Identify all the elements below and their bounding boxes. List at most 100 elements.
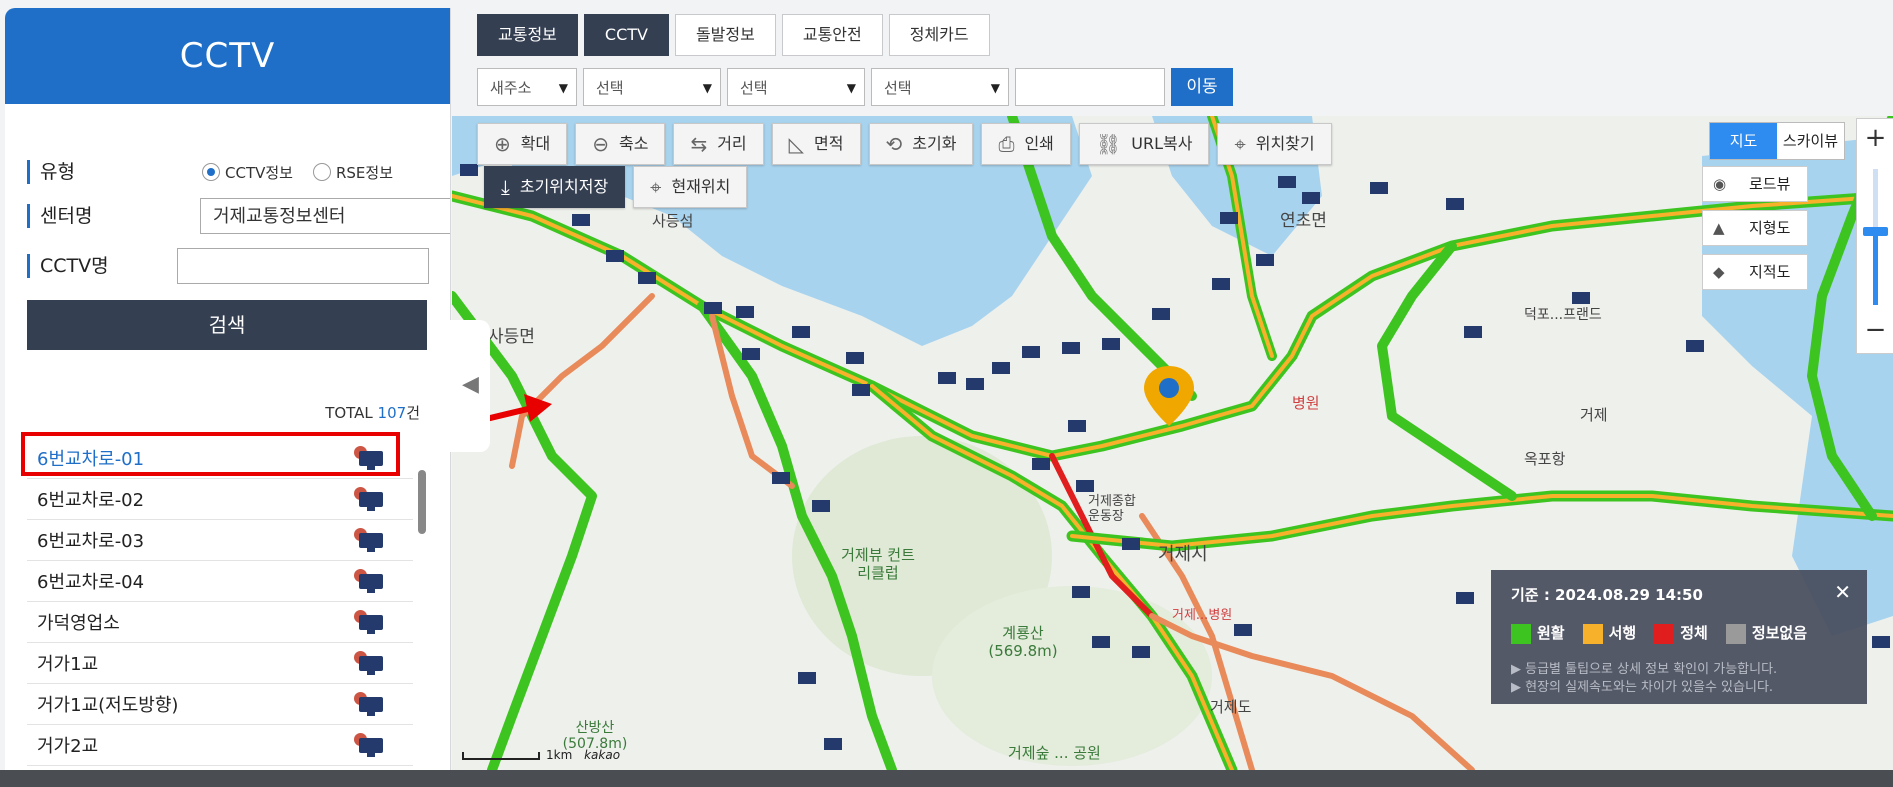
print-label: 인쇄 xyxy=(1024,134,1054,153)
cctv-name-input[interactable] xyxy=(177,248,429,284)
distance-button[interactable]: ⇆ 거리 xyxy=(673,123,764,165)
cctv-camera-icon[interactable] xyxy=(353,732,383,758)
search-button[interactable]: 검색 xyxy=(27,300,427,350)
cctv-camera-icon[interactable] xyxy=(353,609,383,635)
legend-label: 정체 xyxy=(1680,624,1708,642)
list-item-label: 가덕영업소 xyxy=(37,613,120,634)
address-input[interactable] xyxy=(1015,68,1165,106)
url-copy-button[interactable]: ⛓ URL복사 xyxy=(1078,123,1210,165)
list-item[interactable]: 거가2교 xyxy=(27,725,413,766)
panel-collapse-button[interactable]: ◀ xyxy=(450,320,490,452)
cctv-camera-icon[interactable] xyxy=(353,527,383,553)
list-item[interactable]: 거가1교(저도방향) xyxy=(27,684,413,725)
map-toolbar: ⊕ 확대 ⊖ 축소 ⇆ 거리 ◺ 면적 ⟲ 초기화 ⎙ 인쇄 ⛓ URL복사 ⌖ 위치찾기 xyxy=(477,123,1332,165)
map-label-hospital: 병원 xyxy=(1292,394,1320,412)
roadview-label: 로드뷰 xyxy=(1749,175,1791,193)
map-label-okpo: 옥포항 xyxy=(1524,450,1566,468)
center-select[interactable]: 거제교통정보센터 ▼ xyxy=(200,198,450,234)
map-type-map[interactable]: 지도 xyxy=(1710,123,1777,159)
list-item[interactable]: 거가1교 xyxy=(27,643,413,684)
map-label-geoje-right: 거제 xyxy=(1580,406,1608,424)
terrain-button[interactable]: ▲ 지형도 xyxy=(1702,210,1808,246)
selection-highlight xyxy=(21,432,400,476)
zoom-plus-button[interactable]: + xyxy=(1857,123,1893,153)
reset-icon: ⟲ xyxy=(885,132,903,156)
tab-congestion-card[interactable]: 정체카드 xyxy=(888,14,990,56)
find-location-button[interactable]: ⌖ 위치찾기 xyxy=(1217,123,1332,165)
kakao-logo: kakao xyxy=(584,748,621,762)
center-label: 센터명 xyxy=(27,204,200,228)
crosshair-icon: ⌖ xyxy=(1234,132,1246,156)
terrain-label: 지형도 xyxy=(1749,219,1791,237)
tab-traffic-info[interactable]: 교통정보 xyxy=(477,14,578,56)
legend-swatch xyxy=(1582,623,1603,644)
radio-cctv-label: CCTV정보 xyxy=(225,163,293,182)
cctv-camera-icon[interactable] xyxy=(353,486,383,512)
map-type-skyview[interactable]: 스카이뷰 xyxy=(1777,123,1844,159)
address-type-select[interactable]: 새주소 ▼ xyxy=(477,68,577,106)
roadview-button[interactable]: ◉ 로드뷰 xyxy=(1702,166,1808,202)
url-copy-label: URL복사 xyxy=(1131,134,1193,153)
address-filters: 새주소 ▼ 선택 ▼ 선택 ▼ 선택 ▼ 이동 xyxy=(477,68,1233,106)
panel-title: CCTV xyxy=(5,8,450,104)
list-item-label: 6번교차로-03 xyxy=(37,531,145,552)
map-scale: 1km kakao xyxy=(462,748,620,762)
tab-cctv[interactable]: CCTV xyxy=(583,14,669,56)
cctv-camera-icon[interactable] xyxy=(353,650,383,676)
link-icon: ⛓ xyxy=(1095,132,1122,156)
area-label: 면적 xyxy=(814,134,844,153)
list-item[interactable]: 6번교차로-04 xyxy=(27,561,413,602)
region-select-3[interactable]: 선택 ▼ xyxy=(871,68,1009,106)
list-item-label: 거가2교 xyxy=(37,736,99,757)
radio-dot-selected[interactable] xyxy=(202,163,220,181)
left-panel: CCTV 유형 CCTV정보 RSE정보 센터명 거제교통정보센터 ▼ CCTV… xyxy=(5,8,451,770)
list-item[interactable]: 6번교차로-03 xyxy=(27,520,413,561)
region-select-1-value: 선택 xyxy=(596,79,624,97)
save-initial-label: 초기위치저장 xyxy=(519,177,609,196)
list-item[interactable]: 가덕영업소 xyxy=(27,602,413,643)
cadastral-button[interactable]: ◆ 지적도 xyxy=(1702,254,1808,290)
list-item-label: 거가1교 xyxy=(37,654,99,675)
print-button[interactable]: ⎙ 인쇄 xyxy=(981,123,1071,165)
map-label-gyeryongsan: 계룡산 (569.8m) xyxy=(988,624,1058,660)
reset-button[interactable]: ⟲ 초기화 xyxy=(868,123,974,165)
grid-icon: ◆ xyxy=(1713,263,1725,281)
area-button[interactable]: ◺ 면적 xyxy=(771,123,861,165)
radio-cctv[interactable]: CCTV정보 xyxy=(202,162,293,183)
map-label-deokpo: 덕포...프랜드 xyxy=(1524,307,1602,323)
region-select-2[interactable]: 선택 ▼ xyxy=(727,68,865,106)
chevron-down-icon: ▼ xyxy=(702,81,712,95)
chevron-down-icon: ▼ xyxy=(846,81,856,95)
current-location-label: 현재위치 xyxy=(671,177,731,196)
legend-title: 기준 : 2024.08.29 14:50 xyxy=(1511,586,1703,604)
minus-circle-icon: ⊖ xyxy=(592,132,609,156)
cctv-list: 6번교차로-01 6번교차로-02 6번교차로-03 6번교차로-04 가덕영업… xyxy=(27,438,413,766)
zoom-thumb[interactable] xyxy=(1863,227,1888,236)
print-icon: ⎙ xyxy=(998,132,1015,156)
save-initial-button[interactable]: ⤓ 초기위치저장 xyxy=(484,166,626,208)
tab-incident[interactable]: 돌발정보 xyxy=(674,14,776,56)
distance-label: 거리 xyxy=(717,134,747,153)
list-scrollbar[interactable] xyxy=(418,470,426,534)
zoom-out-button[interactable]: ⊖ 축소 xyxy=(575,123,666,165)
zoom-in-label: 확대 xyxy=(520,134,551,153)
total-prefix: TOTAL xyxy=(325,404,378,422)
radio-rse[interactable]: RSE정보 xyxy=(312,162,393,183)
current-location-button[interactable]: ⌖ 현재위치 xyxy=(633,166,748,208)
chevron-left-icon: ◀ xyxy=(462,372,479,397)
region-select-1[interactable]: 선택 ▼ xyxy=(583,68,721,106)
zoom-minus-button[interactable]: − xyxy=(1857,315,1893,345)
cctv-camera-icon[interactable] xyxy=(353,691,383,717)
close-icon[interactable]: ✕ xyxy=(1834,580,1851,604)
tab-safety[interactable]: 교통안전 xyxy=(781,14,883,56)
region-select-2-value: 선택 xyxy=(740,79,768,97)
zoom-in-button[interactable]: ⊕ 확대 xyxy=(477,123,568,165)
east-loop xyxy=(1377,241,1517,501)
radio-dot[interactable] xyxy=(312,163,331,181)
list-item[interactable]: 6번교차로-02 xyxy=(27,479,413,520)
type-row: 유형 CCTV정보 RSE정보 xyxy=(27,154,413,190)
reset-label: 초기화 xyxy=(912,134,957,153)
cctv-camera-icon[interactable] xyxy=(353,568,383,594)
go-button[interactable]: 이동 xyxy=(1171,68,1233,106)
map-label-hospital-2: 거제...병원 xyxy=(1172,608,1233,623)
